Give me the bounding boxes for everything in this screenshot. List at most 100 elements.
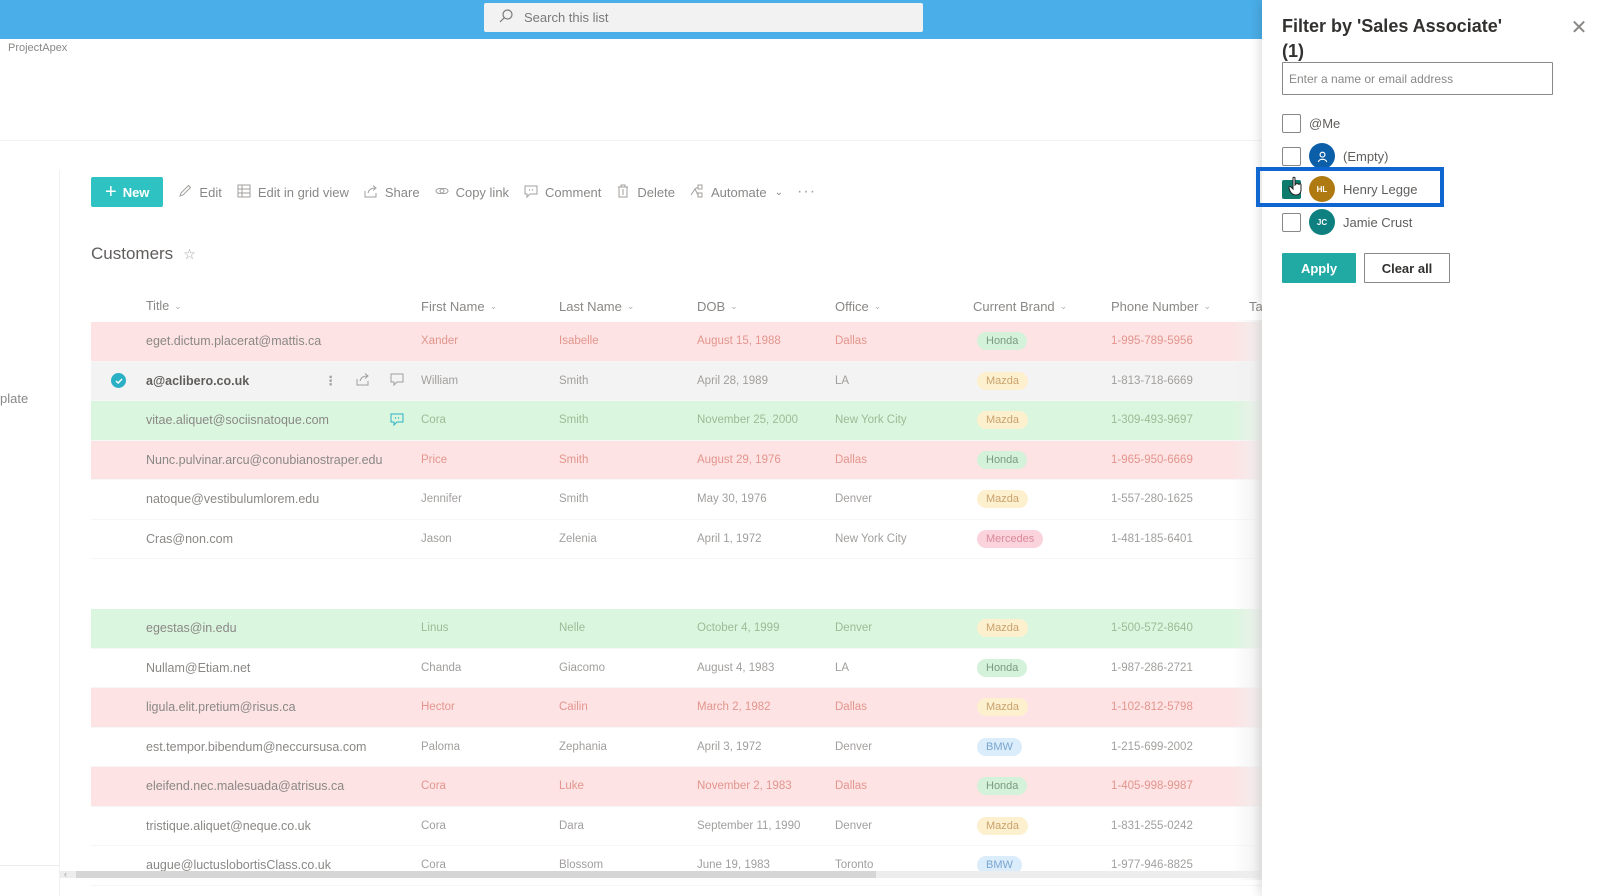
nav-item-partial[interactable]: plate: [0, 391, 28, 406]
cell-title[interactable]: eleifend.nec.malesuada@atrisus.ca: [146, 779, 421, 793]
filter-option[interactable]: (Empty): [1282, 143, 1389, 169]
cell-title[interactable]: eget.dictum.placerat@mattis.ca: [146, 334, 421, 348]
cell-title[interactable]: ligula.elit.pretium@risus.ca: [146, 700, 421, 714]
table-row[interactable]: Nullam@Etiam.net Chanda Giacomo August 4, 1…: [91, 649, 1281, 688]
share-button[interactable]: Share: [363, 183, 420, 202]
list-title: Customers: [91, 244, 174, 263]
cell-phone-number: 1-215-699-2002: [1111, 740, 1193, 753]
checkbox[interactable]: [1282, 113, 1301, 133]
comment-indicator-icon[interactable]: [389, 411, 405, 430]
share-icon[interactable]: [355, 371, 371, 390]
table-row[interactable]: eleifend.nec.malesuada@atrisus.ca Cora Luk…: [91, 767, 1281, 807]
more-vertical-icon[interactable]: ⋮: [325, 373, 338, 388]
table-row[interactable]: Cras@non.com Jason Zelenia April 1, 1972 New…: [91, 520, 1281, 559]
checkbox[interactable]: [1282, 212, 1301, 232]
column-header-title[interactable]: Title ⌄: [146, 299, 421, 313]
cell-title[interactable]: tristique.aliquet@neque.co.uk: [146, 819, 421, 833]
divider: [0, 865, 60, 866]
cell-phone-number: 1-309-493-9697: [1111, 414, 1193, 427]
panel-shadow: [1232, 320, 1262, 880]
column-header-current-brand[interactable]: Current Brand ⌄: [973, 299, 1111, 314]
table-row[interactable]: tristique.aliquet@neque.co.uk Cora Dara Sep…: [91, 807, 1281, 846]
scrollbar-thumb[interactable]: [76, 871, 876, 878]
comment-icon[interactable]: [389, 371, 405, 390]
table-row[interactable]: egestas@in.edu Linus Nelle October 4, 1999 D…: [91, 609, 1281, 649]
table-row[interactable]: eget.dictum.placerat@mattis.ca Xander Isab…: [91, 322, 1281, 362]
edit-grid-view-label: Edit in grid view: [257, 184, 349, 200]
delete-button[interactable]: Delete: [615, 183, 675, 202]
search-box[interactable]: Search this list: [484, 3, 923, 32]
title-text[interactable]: Cras@non.com: [146, 532, 233, 546]
cell-title[interactable]: Nullam@Etiam.net: [146, 661, 421, 675]
clear-all-button[interactable]: Clear all: [1364, 253, 1450, 283]
title-text[interactable]: Nunc.pulvinar.arcu@conubianostraper.edu: [146, 453, 382, 467]
brand-pill: Mazda: [977, 698, 1029, 717]
copy-link-button[interactable]: Copy link: [434, 183, 509, 202]
title-text[interactable]: egestas@in.edu: [146, 621, 237, 635]
avatar: JC: [1309, 209, 1335, 235]
edit-button[interactable]: Edit: [177, 183, 222, 202]
brand-pill: Mazda: [977, 816, 1029, 835]
title-text[interactable]: vitae.aliquet@sociisnatoque.com: [146, 413, 329, 427]
title-text[interactable]: Nullam@Etiam.net: [146, 661, 250, 675]
close-icon[interactable]: ✕: [1568, 16, 1590, 39]
apply-button[interactable]: Apply: [1282, 253, 1356, 283]
brand-pill: Mazda: [977, 411, 1029, 430]
table-row[interactable]: vitae.aliquet@sociisnatoque.com Cora Smith…: [91, 401, 1281, 441]
table-row[interactable]: natoque@vestibulumlorem.edu Jennifer Smith…: [91, 480, 1281, 520]
title-text[interactable]: est.tempor.bibendum@neccursusa.com: [146, 740, 366, 754]
title-text[interactable]: tristique.aliquet@neque.co.uk: [146, 819, 311, 833]
cell-dob: August 4, 1983: [697, 661, 775, 674]
table-row[interactable]: Nunc.pulvinar.arcu@conubianostraper.edu P…: [91, 440, 1281, 480]
cell-title[interactable]: natoque@vestibulumlorem.edu: [146, 492, 421, 506]
star-icon[interactable]: ☆: [183, 246, 196, 263]
table-row[interactable]: augue@luctuslobortisClass.co.uk Cora Bloss…: [91, 846, 1281, 886]
people-picker-input[interactable]: [1282, 62, 1553, 95]
cell-title[interactable]: egestas@in.edu: [146, 621, 421, 635]
title-text[interactable]: ligula.elit.pretium@risus.ca: [146, 700, 296, 714]
row-select[interactable]: [91, 373, 146, 389]
column-header-first-name[interactable]: First Name ⌄: [421, 299, 559, 314]
chevron-down-icon: ⌄: [1203, 300, 1211, 311]
link-icon: [434, 183, 450, 202]
automate-button[interactable]: Automate ⌄: [689, 183, 783, 202]
column-header-phone-number[interactable]: Phone Number ⌄: [1111, 299, 1249, 314]
brand-pill: Honda: [977, 777, 1028, 796]
share-label: Share: [384, 184, 420, 200]
row-selected-check-icon[interactable]: [111, 373, 126, 389]
cell-office: Denver: [835, 622, 873, 635]
new-button[interactable]: + New: [91, 177, 164, 207]
cell-title[interactable]: a@aclibero.co.uk ⋮: [146, 371, 421, 390]
cell-title[interactable]: vitae.aliquet@sociisnatoque.com: [146, 411, 421, 430]
comment-button[interactable]: Comment: [523, 183, 601, 202]
cell-title[interactable]: est.tempor.bibendum@neccursusa.com: [146, 740, 421, 754]
cell-title[interactable]: Nunc.pulvinar.arcu@conubianostraper.edu: [146, 453, 421, 467]
table-row[interactable]: ligula.elit.pretium@risus.ca Hector Cailin…: [91, 688, 1281, 728]
title-text[interactable]: eleifend.nec.malesuada@atrisus.ca: [146, 779, 344, 793]
table-row[interactable]: est.tempor.bibendum@neccursusa.com Paloma…: [91, 728, 1281, 767]
column-header-row: Title ⌄ First Name ⌄ Last Name ⌄ DOB ⌄ Offic…: [91, 290, 1281, 322]
edit-grid-view-button[interactable]: Edit in grid view: [236, 183, 349, 202]
column-header-office[interactable]: Office ⌄: [835, 299, 973, 314]
checkbox[interactable]: [1282, 146, 1301, 166]
title-text[interactable]: eget.dictum.placerat@mattis.ca: [146, 334, 321, 348]
cell-dob: April 1, 1972: [697, 532, 762, 545]
cell-current-brand: Honda: [973, 658, 1111, 677]
table-row[interactable]: a@aclibero.co.uk ⋮ William Smith April 28, 1…: [91, 361, 1281, 401]
title-text[interactable]: a@aclibero.co.uk: [146, 374, 249, 388]
cell-current-brand: Mazda: [973, 816, 1111, 835]
horizontal-scrollbar[interactable]: [60, 871, 1260, 878]
title-text[interactable]: natoque@vestibulumlorem.edu: [146, 492, 319, 506]
chevron-down-icon: ⌄: [1059, 300, 1068, 311]
more-options-button[interactable]: ···: [797, 183, 816, 201]
new-button-label: New: [122, 184, 150, 200]
filter-option[interactable]: @Me: [1282, 110, 1340, 136]
filter-option[interactable]: JC Jamie Crust: [1282, 209, 1412, 235]
cell-phone-number: 1-481-185-6401: [1111, 532, 1193, 545]
cell-title[interactable]: Cras@non.com: [146, 532, 421, 546]
cell-current-brand: Mazda: [973, 698, 1111, 717]
column-header-dob[interactable]: DOB ⌄: [697, 299, 835, 314]
scroll-left-icon[interactable]: ‹: [64, 869, 67, 879]
column-header-last-name[interactable]: Last Name ⌄: [559, 299, 697, 314]
site-name[interactable]: ProjectApex: [8, 42, 67, 54]
